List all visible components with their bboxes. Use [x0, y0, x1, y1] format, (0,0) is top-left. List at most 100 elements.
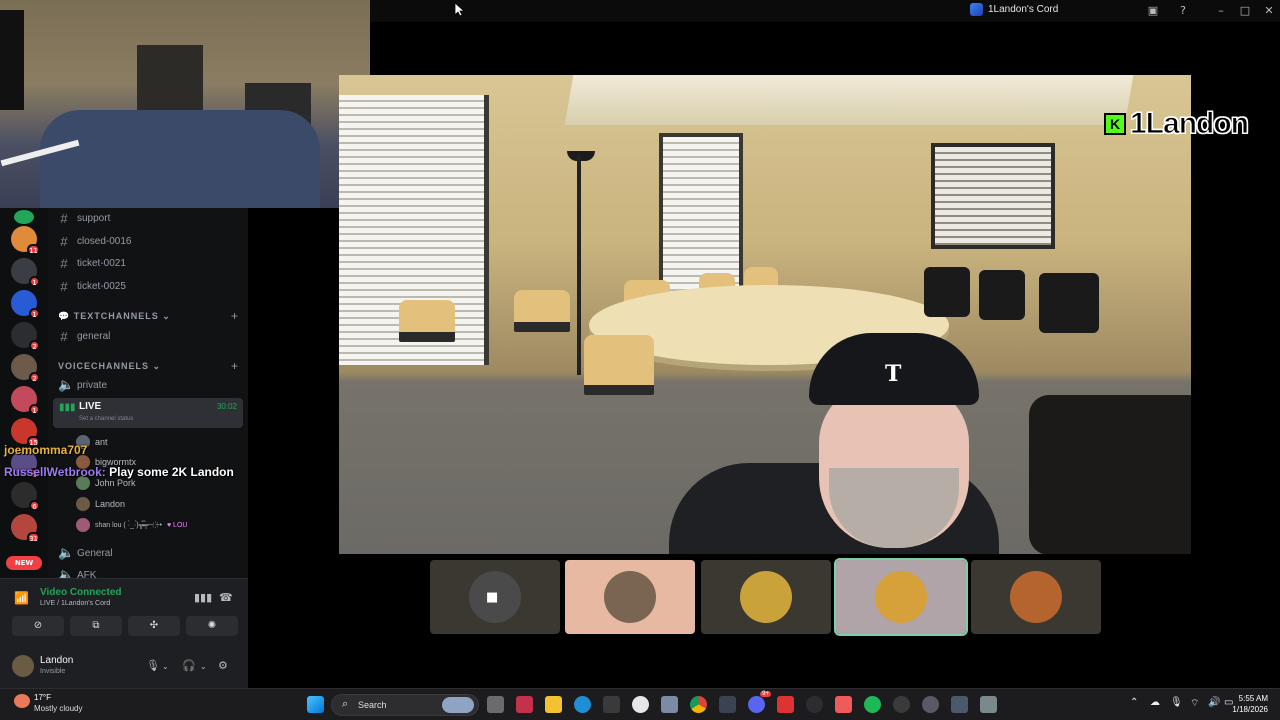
- server-icon[interactable]: 11: [11, 226, 40, 255]
- discord-icon[interactable]: 9+: [748, 691, 771, 713]
- live-bars-icon: ▮▮▮: [59, 402, 76, 413]
- network-icon[interactable]: ☁: [1150, 697, 1160, 708]
- settings-gear-icon[interactable]: ⚙: [218, 659, 228, 672]
- app-icon[interactable]: [806, 696, 823, 713]
- microphone-icon[interactable]: 🎙: [1170, 697, 1183, 708]
- server-icon[interactable]: 2: [11, 354, 40, 383]
- channel-label: ticket-0021: [77, 257, 126, 269]
- window-title-text: 1Landon's Cord: [988, 4, 1059, 15]
- chevron-up-icon[interactable]: ⌃: [1130, 697, 1138, 708]
- app-icon[interactable]: [835, 696, 852, 713]
- weather-desc[interactable]: Mostly cloudy: [34, 704, 82, 713]
- chat-message: RussellWetbrook: Play some 2K Landon: [4, 465, 234, 479]
- weather-temp[interactable]: 17°F: [34, 693, 51, 702]
- participant-avatar: [1010, 571, 1062, 623]
- webcam-tv: [0, 10, 24, 110]
- main-video-stream[interactable]: T: [339, 75, 1191, 554]
- chrome-icon[interactable]: [690, 696, 707, 713]
- microphone-icon[interactable]: 🎙: [146, 659, 160, 672]
- server-icon[interactable]: 15: [11, 418, 40, 447]
- store-icon[interactable]: [603, 696, 620, 713]
- category-text-channels[interactable]: 💬 TEXTCHANNELS ⌄: [58, 311, 171, 322]
- search-icon: ⌕: [342, 698, 349, 710]
- server-icon[interactable]: 2: [11, 322, 40, 351]
- window-title: 1Landon's Cord: [970, 3, 1058, 16]
- voice-member[interactable]: shan lou ( ·̀_·́)╦̵̵̿╤─ ҉~• ♥ LOU: [76, 516, 187, 534]
- app-icon[interactable]: [719, 696, 736, 713]
- new-unreads-badge[interactable]: NEW: [6, 556, 42, 570]
- volume-icon[interactable]: 🔊: [1208, 697, 1220, 708]
- chevron-down-icon[interactable]: ⌄: [200, 662, 207, 671]
- windows-taskbar: 17°F Mostly cloudy ⌕ Search 9+ ⌃ ☁ 🎙 ⌔ 🔊…: [0, 688, 1280, 720]
- channel-status[interactable]: Set a channel status: [79, 416, 133, 422]
- app-icon[interactable]: [922, 696, 939, 713]
- headphones-icon[interactable]: 🎧: [182, 659, 196, 672]
- taskbar-time[interactable]: 5:55 AM: [1239, 694, 1268, 703]
- participant-tile[interactable]: [971, 560, 1101, 634]
- webcam-overlay: [0, 0, 370, 208]
- speaker-icon: 🔈: [58, 545, 75, 560]
- soundboard-button[interactable]: ✺: [186, 616, 238, 636]
- server-icon[interactable]: 1: [11, 290, 40, 319]
- maximize-icon[interactable]: □: [1238, 4, 1252, 18]
- app-icon[interactable]: [980, 696, 997, 713]
- voice-channel-private[interactable]: 🔈 private: [58, 375, 107, 395]
- add-channel-icon[interactable]: +: [231, 359, 238, 373]
- camera-off-icon: ⊘: [33, 620, 43, 631]
- taskbar-search[interactable]: ⌕ Search: [331, 694, 479, 716]
- help-icon[interactable]: ?: [1176, 4, 1190, 18]
- member-tag: ♥ LOU: [166, 521, 188, 529]
- channel-closed-0016[interactable]: # closed-0016: [58, 231, 131, 251]
- app-icon[interactable]: [632, 696, 649, 713]
- app-icon[interactable]: [516, 696, 533, 713]
- spotify-icon[interactable]: [864, 696, 881, 713]
- activities-button[interactable]: ✣: [128, 616, 180, 636]
- voice-channel-general[interactable]: 🔈 General: [58, 543, 113, 563]
- discord-badge: 9+: [760, 691, 771, 697]
- server-icon[interactable]: 1: [11, 258, 40, 287]
- channel-support[interactable]: # support: [58, 208, 110, 228]
- taskbar-date[interactable]: 1/18/2026: [1232, 705, 1268, 714]
- server-icon[interactable]: 1: [11, 386, 40, 415]
- voice-channel-live[interactable]: ▮▮▮ LIVE Set a channel status 30:02: [53, 398, 243, 428]
- avatar[interactable]: [12, 655, 34, 677]
- edge-browser-icon[interactable]: [574, 696, 591, 713]
- search-label: Search: [358, 700, 387, 710]
- participant-tile[interactable]: [701, 560, 831, 634]
- server-icon[interactable]: [14, 210, 34, 224]
- channel-general[interactable]: # general: [58, 326, 110, 346]
- voice-channel-afk[interactable]: 🔈 AFK: [58, 565, 96, 578]
- voice-status-subtitle[interactable]: LIVE / 1Landon's Cord: [40, 600, 110, 607]
- category-voice-channels[interactable]: VOICECHANNELS ⌄: [58, 361, 161, 372]
- app-icon[interactable]: [893, 696, 910, 713]
- voice-member[interactable]: Landon: [76, 495, 125, 513]
- add-channel-icon[interactable]: +: [231, 309, 238, 323]
- close-icon[interactable]: ✕: [1262, 4, 1276, 18]
- channel-timer: 30:02: [216, 402, 237, 411]
- settings-icon[interactable]: [661, 696, 678, 713]
- file-explorer-icon[interactable]: [545, 696, 562, 713]
- channel-ticket-0025[interactable]: # ticket-0025: [58, 276, 126, 296]
- start-windows-icon[interactable]: [307, 696, 324, 713]
- server-icon[interactable]: 31: [11, 514, 40, 543]
- task-view-icon[interactable]: [487, 696, 504, 713]
- stage-chair: [514, 290, 570, 332]
- disconnect-icon[interactable]: ☎: [219, 591, 233, 604]
- inbox-icon[interactable]: ▣: [1146, 4, 1160, 18]
- noise-suppression-icon[interactable]: ▮▮▮: [194, 591, 212, 604]
- participant-tile[interactable]: ■: [430, 560, 560, 634]
- server-badge: 2: [29, 372, 40, 383]
- participant-tile-speaking[interactable]: [834, 558, 968, 636]
- server-icon[interactable]: 6: [11, 482, 40, 511]
- app-icon[interactable]: [777, 696, 794, 713]
- chevron-down-icon[interactable]: ⌄: [162, 662, 169, 671]
- camera-off-button[interactable]: ⊘: [12, 616, 64, 636]
- channel-list: # support # closed-0016 # ticket-0021 # tick…: [50, 208, 248, 578]
- channel-ticket-0021[interactable]: # ticket-0021: [58, 253, 126, 273]
- participant-tile[interactable]: [565, 560, 695, 634]
- screen-share-button[interactable]: ⧉: [70, 616, 122, 636]
- app-icon[interactable]: [951, 696, 968, 713]
- minimize-icon[interactable]: –: [1214, 4, 1228, 18]
- wifi-icon[interactable]: ⌔: [1190, 697, 1199, 710]
- weather-icon[interactable]: [14, 694, 30, 708]
